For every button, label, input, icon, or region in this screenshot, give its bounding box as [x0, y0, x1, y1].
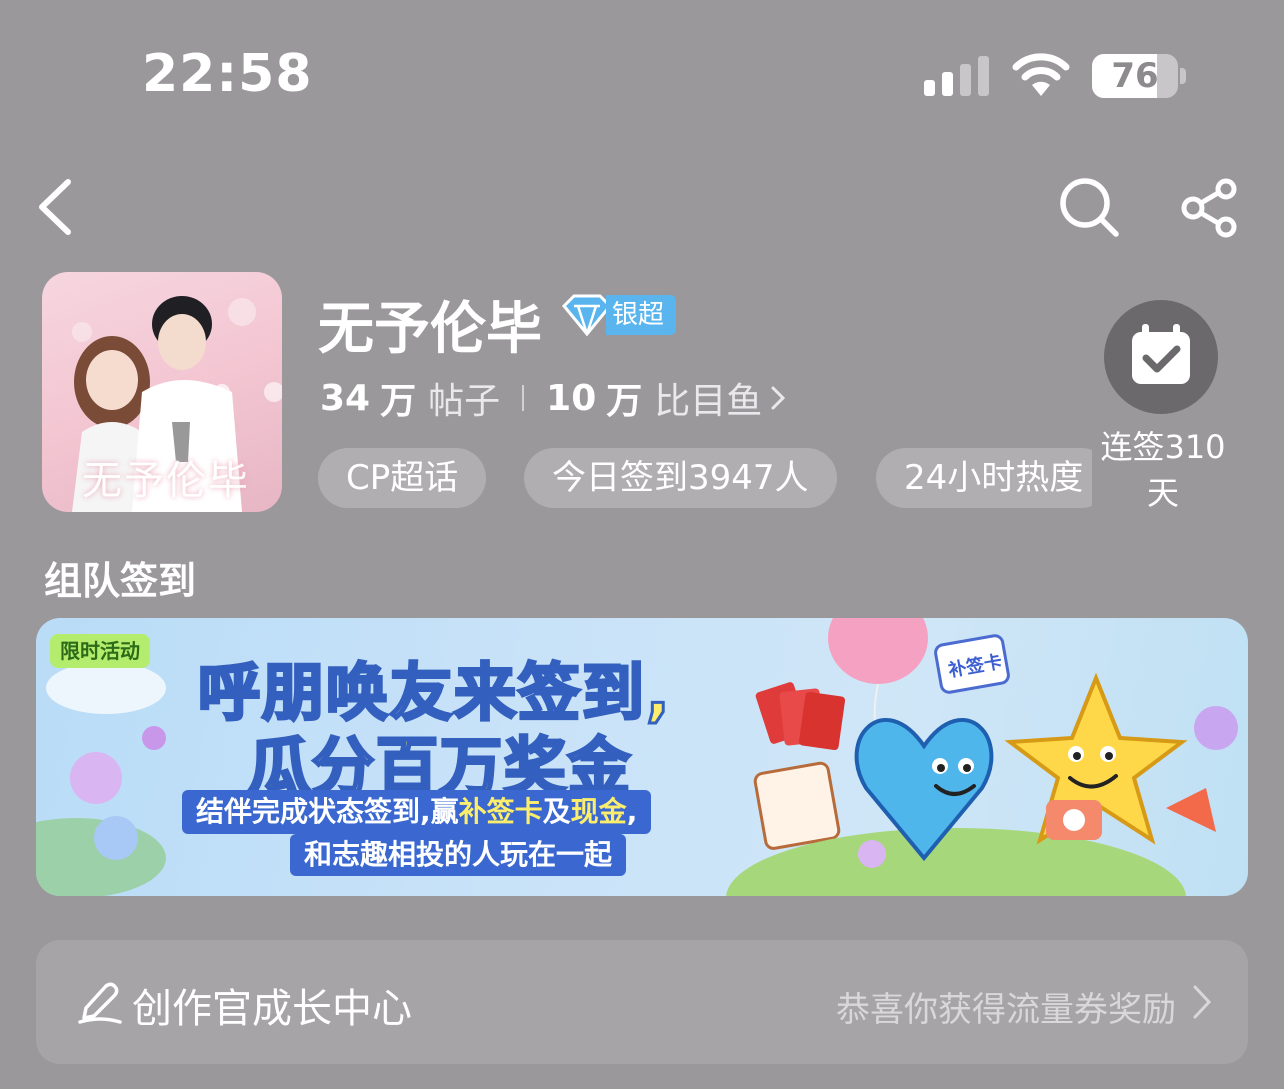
status-time: 22:58 — [142, 44, 313, 104]
community-tags: CP超话 今日签到3947人 24小时热度 — [318, 448, 1092, 508]
creator-center-title: 创作官成长中心 — [132, 986, 412, 1032]
level-badge-text: 银超 — [606, 295, 677, 335]
wifi-icon — [1012, 53, 1070, 96]
posts-label: 帖子 — [428, 381, 501, 422]
cellular-signal-icon — [924, 56, 989, 96]
community-stats: 34 万 帖子 10 万 比目鱼 — [320, 372, 786, 424]
checkin-streak: 连签310天 — [1100, 428, 1226, 512]
banner-subtitle-line2: 和志趣相投的人玩在一起 — [290, 834, 627, 876]
calendar-check-icon — [1132, 324, 1190, 384]
fans-unit: 万 — [606, 381, 643, 422]
community-title: 无予伦毕 — [318, 297, 542, 362]
posts-count: 34 — [320, 377, 371, 419]
creator-center-promo: 恭喜你获得流量券奖励 — [836, 990, 1176, 1030]
creator-center-entry[interactable]: 创作官成长中心 恭喜你获得流量券奖励 — [36, 940, 1248, 1064]
fans-label[interactable]: 比目鱼 — [654, 372, 762, 424]
tag-heat[interactable]: 24小时热度 — [876, 448, 1092, 508]
back-icon[interactable] — [30, 176, 80, 238]
fans-count[interactable]: 10 — [546, 378, 596, 419]
posts-unit: 万 — [380, 381, 417, 422]
chevron-right-icon[interactable] — [770, 385, 786, 411]
tag-checkin-count[interactable]: 今日签到3947人 — [524, 448, 837, 508]
share-icon[interactable] — [1180, 178, 1240, 238]
search-icon[interactable] — [1058, 176, 1120, 238]
pen-icon — [78, 982, 122, 1024]
level-badge[interactable]: 银超 — [558, 292, 677, 338]
checkin-button[interactable] — [1104, 300, 1218, 414]
banner-subtitle-line1: 结伴完成状态签到,赢补签卡及现金, — [182, 790, 652, 834]
battery-icon: 76 — [1092, 54, 1188, 98]
battery-level: 76 — [1111, 56, 1159, 96]
tag-cp[interactable]: CP超话 — [318, 448, 487, 508]
team-checkin-banner[interactable]: 限时活动 呼朋唤友来签到, 瓜分百万奖金 结伴完成状态签到,赢补签卡及现金, 和… — [36, 618, 1248, 896]
section-title-team-checkin: 组队签到 — [44, 559, 197, 603]
community-cover-image: 无予伦毕 — [42, 272, 282, 512]
chevron-right-icon — [1193, 985, 1212, 1019]
banner-limited-tag: 限时活动 — [50, 634, 150, 668]
cover-title-text: 无予伦毕 — [82, 458, 250, 504]
